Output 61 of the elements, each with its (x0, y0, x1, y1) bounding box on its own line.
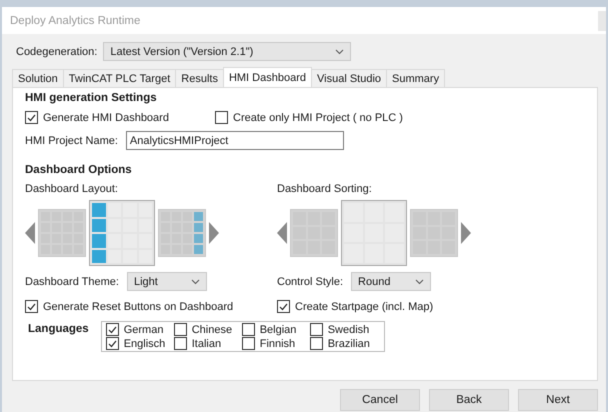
checkbox-label: German (124, 324, 164, 336)
tab[interactable]: Solution (12, 69, 64, 87)
field-label: Control Style: (277, 276, 344, 288)
field-label: Dashboard Theme: (25, 276, 119, 288)
checkbox-label: Swedish (328, 324, 370, 336)
field-label: Codegeneration: (16, 46, 98, 58)
checkbox-label: Italian (192, 338, 222, 350)
tab[interactable]: HMI Dashboard (222, 67, 312, 87)
checkbox[interactable] (106, 337, 119, 350)
section-title: HMI generation Settings (25, 92, 158, 104)
checkbox-label: Belgian (260, 324, 296, 336)
version-dropdown[interactable]: Latest Version ("Version 2.1") (103, 42, 352, 61)
layout-thumbnail[interactable] (38, 209, 86, 257)
checkbox[interactable] (277, 300, 290, 313)
arrow-left-icon[interactable] (277, 222, 287, 244)
tab[interactable]: TwinCAT PLC Target (62, 69, 176, 87)
group-label: Languages (28, 323, 89, 335)
checkbox-label: Englisch (124, 338, 166, 350)
arrow-right-icon[interactable] (461, 222, 471, 244)
dialog-button[interactable]: Next (518, 389, 598, 411)
checkbox[interactable] (174, 323, 187, 336)
checkbox[interactable] (106, 323, 119, 336)
checkbox-label: Chinese (192, 324, 232, 336)
arrow-right-icon[interactable] (209, 222, 219, 244)
style-dropdown[interactable]: Round (351, 272, 432, 291)
chevron-down-icon (190, 278, 200, 284)
check-icon (27, 302, 36, 310)
chevron-down-icon (415, 278, 424, 284)
tab[interactable]: Summary (386, 69, 446, 87)
layout-thumbnail[interactable] (158, 209, 206, 257)
sorting-thumbnail[interactable] (290, 209, 338, 257)
checkbox[interactable] (215, 111, 228, 124)
checkbox-label: Brazilian (328, 338, 370, 350)
checkbox[interactable] (174, 337, 187, 350)
checkbox[interactable] (242, 323, 255, 336)
dialog-button[interactable]: Back (429, 389, 509, 411)
project-name-field[interactable]: AnalyticsHMIProject (126, 131, 344, 150)
sorting-thumbnail[interactable] (410, 209, 458, 257)
field-label: HMI Project Name: (25, 134, 118, 146)
checkbox[interactable] (25, 111, 38, 124)
check-icon (27, 114, 36, 122)
chevron-down-icon (335, 48, 344, 54)
field-label: Dashboard Layout: (25, 183, 118, 195)
checkbox[interactable] (242, 337, 255, 350)
checkbox-label: Generate HMI Dashboard (43, 112, 169, 124)
checkbox-label: Generate Reset Buttons on Dashboard (43, 300, 234, 312)
checkbox[interactable] (25, 300, 38, 313)
checkbox-label: Finnish (260, 338, 296, 350)
section-title: Dashboard Options (25, 164, 133, 176)
check-icon (279, 302, 288, 310)
field-label: Dashboard Sorting: (277, 183, 372, 195)
checkbox-label: Create only HMI Project ( no PLC ) (233, 112, 403, 124)
arrow-left-icon[interactable] (25, 222, 35, 244)
checkbox[interactable] (310, 323, 323, 336)
layout-thumbnail[interactable] (89, 200, 155, 266)
window-title: Deploy Analytics Runtime (10, 14, 140, 26)
theme-dropdown[interactable]: Light (126, 272, 207, 291)
dialog-button[interactable]: Cancel (340, 389, 420, 411)
checkbox[interactable] (310, 337, 323, 350)
checkbox-label: Create Startpage (incl. Map) (295, 300, 434, 312)
sorting-thumbnail[interactable] (341, 200, 407, 266)
